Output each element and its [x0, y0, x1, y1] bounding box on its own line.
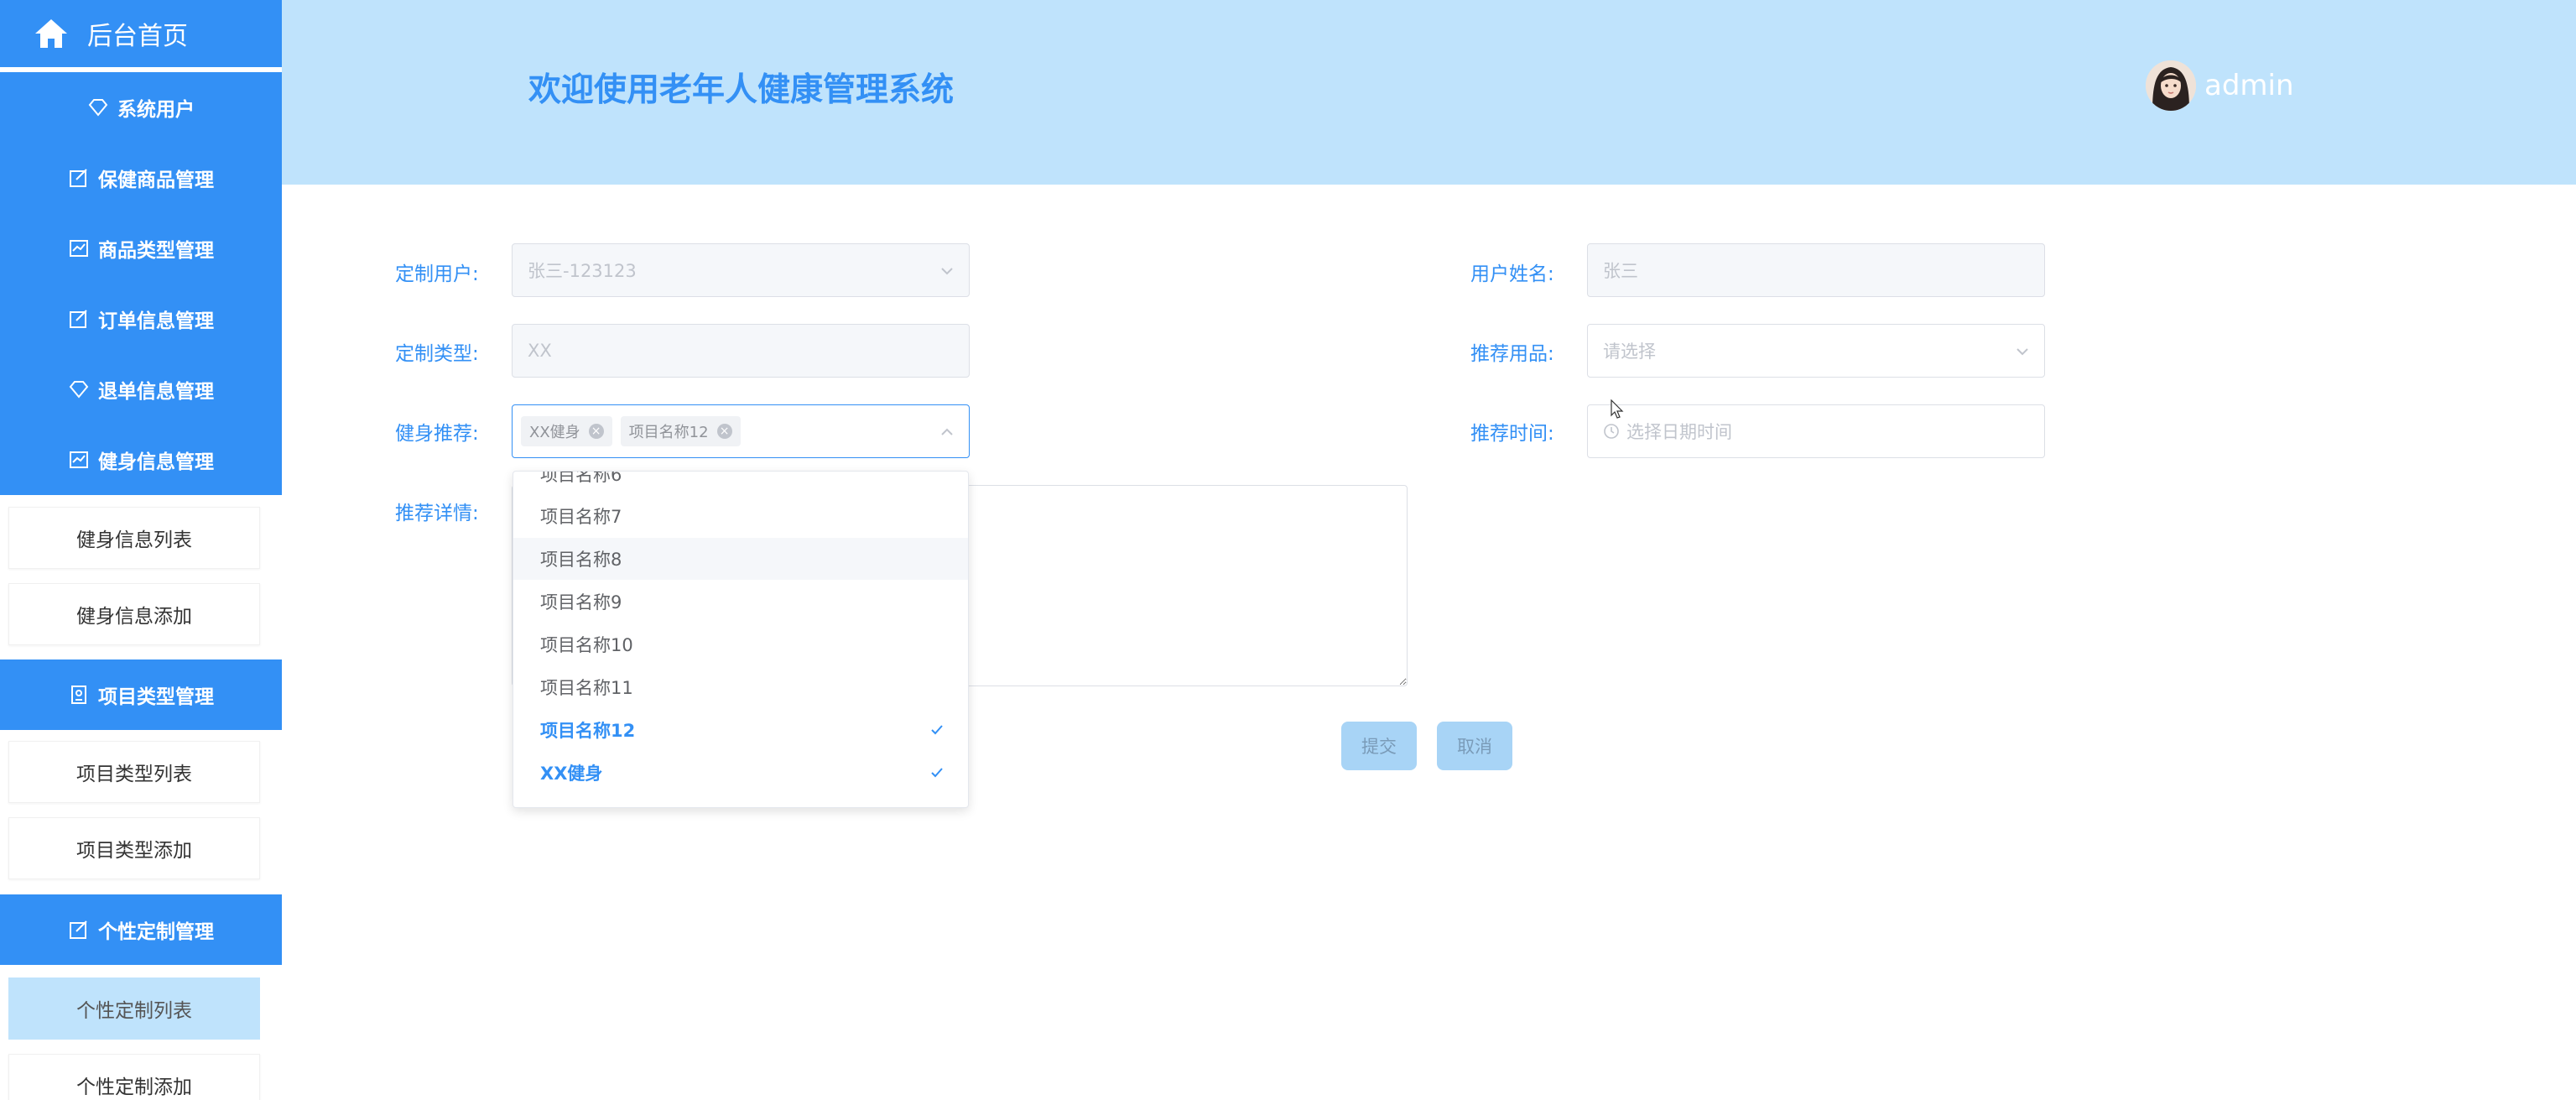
user-name-value: 张三	[1603, 261, 1638, 281]
dropdown-option[interactable]: 项目名称7	[513, 495, 968, 537]
edit-icon	[70, 920, 87, 939]
option-label: 项目名称9	[540, 592, 622, 613]
chevron-down-icon	[941, 268, 953, 275]
fitness-label: 健身推荐:	[395, 423, 479, 445]
submit-button[interactable]: 提交	[1341, 722, 1417, 770]
submenu-custom-list[interactable]: 个性定制列表	[8, 977, 260, 1040]
fitness-dropdown: 项目名称6 项目名称7 项目名称8 项目名称9 项目名称10 项目名称11 项目…	[513, 471, 969, 808]
custom-user-select[interactable]: 张三-123123	[512, 243, 970, 297]
recommend-time-placeholder: 选择日期时间	[1626, 422, 1732, 442]
custom-type-label: 定制类型:	[395, 343, 479, 365]
close-icon[interactable]: ×	[716, 424, 732, 439]
option-label: 项目名称8	[540, 550, 622, 570]
fitness-multiselect[interactable]: XX健身 × 项目名称12 ×	[512, 404, 970, 458]
cursor-icon	[1611, 399, 1624, 419]
check-icon	[931, 725, 943, 735]
dropdown-option-selected[interactable]: XX健身	[513, 752, 968, 794]
dropdown-option[interactable]: 项目名称11	[513, 666, 968, 708]
menu-label: 系统用户	[117, 99, 195, 121]
home-label: 后台首页	[87, 22, 188, 51]
recommend-goods-select[interactable]: 请选择	[1587, 324, 2045, 378]
custom-type-value: XX	[528, 341, 552, 361]
sidebar: 后台首页 系统用户 保健商品管理 商品类型管理 订单信息管理 退单信息管理 健身…	[0, 0, 282, 1100]
option-label: 项目名称11	[540, 678, 633, 698]
submenu-custom-add[interactable]: 个性定制添加	[8, 1054, 260, 1100]
dropdown-option[interactable]: 项目名称8	[513, 538, 968, 580]
close-icon[interactable]: ×	[588, 424, 604, 439]
fitness-tag: 项目名称12 ×	[620, 416, 741, 446]
option-label: 项目名称12	[540, 721, 636, 741]
submenu-fitness-add[interactable]: 健身信息添加	[8, 583, 260, 645]
tag-label: 项目名称12	[628, 424, 709, 441]
check-icon	[931, 768, 943, 778]
menu-label: 项目类型管理	[98, 686, 214, 708]
chevron-up-icon	[941, 428, 953, 435]
dropdown-option[interactable]: 项目名称10	[513, 623, 968, 665]
user-name-label: 用户姓名:	[1470, 263, 1554, 285]
home-menu-item[interactable]: 后台首页	[0, 0, 282, 67]
option-label: XX健身	[540, 764, 603, 784]
menu-health-goods[interactable]: 保健商品管理	[0, 143, 282, 213]
page-title: 欢迎使用老年人健康管理系统	[528, 71, 955, 109]
tag-label: XX健身	[529, 424, 580, 441]
menu-order-info[interactable]: 订单信息管理	[0, 284, 282, 354]
option-label: 项目名称10	[540, 635, 633, 655]
cancel-button[interactable]: 取消	[1437, 722, 1512, 770]
header: 欢迎使用老年人健康管理系统 admin	[282, 0, 2576, 185]
chart-icon	[70, 451, 88, 468]
custom-user-label: 定制用户:	[395, 263, 479, 285]
menu-goods-type[interactable]: 商品类型管理	[0, 213, 282, 284]
submenu-project-type-add[interactable]: 项目类型添加	[8, 817, 260, 879]
badge-icon	[71, 686, 86, 704]
diamond-icon	[69, 381, 89, 399]
menu-label: 订单信息管理	[98, 310, 214, 332]
menu-label: 保健商品管理	[98, 169, 214, 191]
submenu-fitness-list[interactable]: 健身信息列表	[8, 507, 260, 569]
dropdown-option[interactable]: 项目名称6	[513, 471, 968, 495]
menu-label: 个性定制管理	[98, 921, 214, 943]
menu-label: 退单信息管理	[98, 381, 214, 403]
home-icon	[35, 19, 67, 48]
dropdown-option-selected[interactable]: 项目名称12	[513, 709, 968, 751]
chevron-down-icon	[2017, 348, 2028, 356]
menu-system-users[interactable]: 系统用户	[0, 72, 282, 143]
custom-user-value: 张三-123123	[528, 261, 637, 281]
option-label: 项目名称7	[540, 507, 622, 527]
edit-icon	[70, 310, 87, 328]
recommend-goods-label: 推荐用品:	[1470, 343, 1554, 365]
menu-project-type[interactable]: 项目类型管理	[0, 659, 282, 730]
dropdown-option[interactable]: 项目名称9	[513, 581, 968, 623]
submenu-project-type-list[interactable]: 项目类型列表	[8, 741, 260, 803]
menu-label: 健身信息管理	[98, 451, 214, 473]
chart-icon	[70, 240, 88, 257]
fitness-tag: XX健身 ×	[521, 416, 612, 446]
recommend-time-picker[interactable]: 选择日期时间	[1587, 404, 2045, 458]
app-root: 后台首页 系统用户 保健商品管理 商品类型管理 订单信息管理 退单信息管理 健身…	[0, 0, 2576, 1100]
option-label: 项目名称6	[540, 471, 622, 485]
custom-type-field[interactable]: XX	[512, 324, 970, 378]
user-name-field[interactable]: 张三	[1587, 243, 2045, 297]
menu-custom-mgmt[interactable]: 个性定制管理	[0, 894, 282, 965]
clock-icon	[1604, 424, 1619, 439]
recommend-goods-placeholder: 请选择	[1603, 341, 1656, 362]
menu-fitness-info[interactable]: 健身信息管理	[0, 425, 282, 495]
diamond-icon	[88, 99, 108, 117]
avatar	[2146, 60, 2196, 111]
menu-refund-info[interactable]: 退单信息管理	[0, 354, 282, 425]
username: admin	[2204, 69, 2294, 102]
edit-icon	[70, 169, 87, 187]
recommend-time-label: 推荐时间:	[1470, 423, 1554, 445]
detail-label: 推荐详情:	[395, 503, 479, 524]
user-menu[interactable]: admin	[2146, 60, 2294, 111]
menu-label: 商品类型管理	[98, 240, 214, 262]
